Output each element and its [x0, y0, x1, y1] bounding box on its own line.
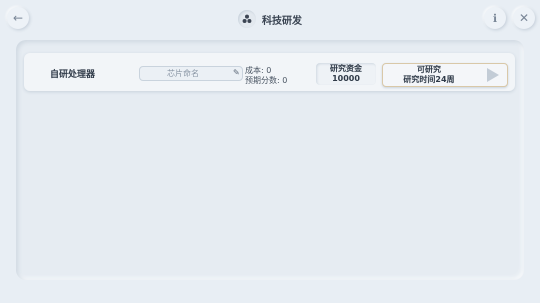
research-time-text: 研究时间24周 — [403, 75, 455, 84]
help-button[interactable]: ℹ — [484, 7, 506, 29]
edit-pencil-icon[interactable]: ✎ — [233, 68, 240, 77]
start-research-button[interactable]: 可研究 研究时间24周 — [382, 63, 508, 87]
chip-name-input[interactable] — [139, 66, 243, 81]
chip-research-row: 自研处理器 ✎ 成本: 0 预期分数: 0 研究资金 10000 可研究 研究时… — [24, 53, 515, 91]
research-tech-icon — [238, 10, 256, 28]
chip-project-name: 自研处理器 — [50, 70, 96, 80]
info-icon: ℹ — [492, 11, 498, 25]
research-fund-box: 研究资金 10000 — [316, 63, 376, 85]
close-button[interactable]: ✕ — [513, 7, 535, 29]
page-title: 科技研发 — [262, 15, 302, 27]
research-status-text: 可研究 — [417, 65, 441, 74]
play-icon — [487, 68, 499, 82]
research-fund-label: 研究资金 — [330, 64, 362, 73]
page-header: 科技研发 — [0, 9, 540, 29]
research-fund-value: 10000 — [332, 74, 360, 83]
expected-score-text: 预期分数: 0 — [245, 76, 288, 85]
close-icon: ✕ — [518, 11, 530, 25]
